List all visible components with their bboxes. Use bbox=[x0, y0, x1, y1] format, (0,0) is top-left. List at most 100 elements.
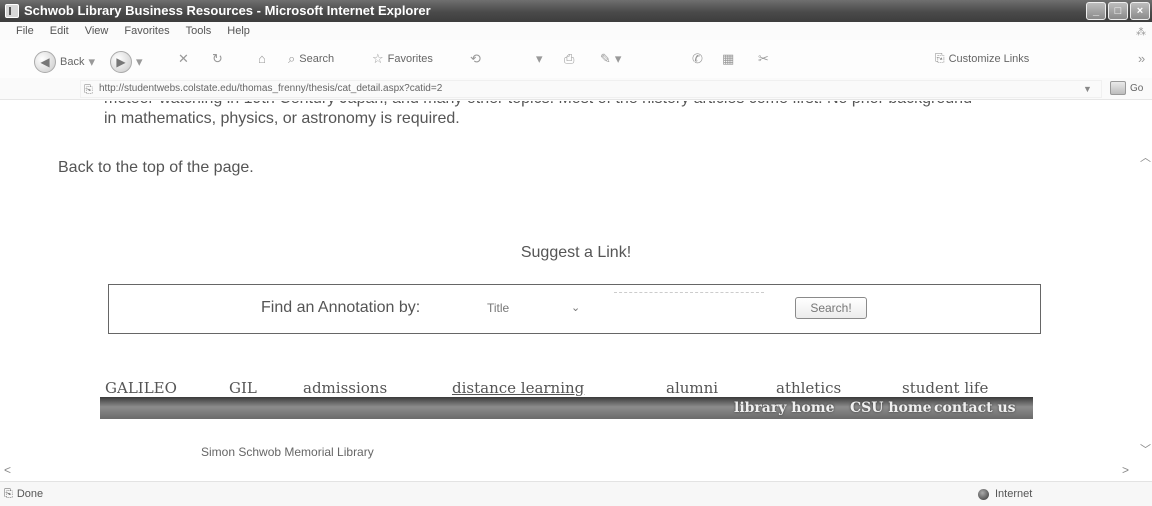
messenger-icon: ✆ bbox=[692, 51, 703, 66]
scroll-right-icon[interactable]: > bbox=[1122, 463, 1129, 477]
history-icon: ⟲ bbox=[470, 51, 481, 66]
menu-help[interactable]: Help bbox=[219, 22, 258, 40]
favorites-button[interactable]: ☆ Favorites bbox=[372, 51, 433, 67]
research-button[interactable]: ▦ bbox=[722, 51, 734, 67]
forward-dropdown-icon[interactable]: ▾ bbox=[136, 54, 143, 70]
footer-link-library-home[interactable]: library home bbox=[734, 400, 835, 416]
nav-link-student-life[interactable]: student life bbox=[902, 379, 988, 397]
address-bar: ⎘ http://studentwebs.colstate.edu/thomas… bbox=[0, 78, 1152, 100]
menu-tools[interactable]: Tools bbox=[178, 22, 220, 40]
messenger-button[interactable]: ✆ bbox=[692, 51, 703, 67]
history-button[interactable]: ⟲ bbox=[470, 51, 481, 67]
menu-file[interactable]: File bbox=[8, 22, 42, 40]
nav-link-admissions[interactable]: admissions bbox=[303, 379, 387, 397]
customize-links-button[interactable]: ⎘ Customize Links bbox=[935, 51, 1029, 66]
research-icon: ▦ bbox=[722, 51, 735, 66]
status-message: ⎘ Done bbox=[4, 482, 43, 506]
search-submit-button[interactable]: Search! bbox=[795, 297, 867, 319]
search-field-select[interactable]: Title ⌄ bbox=[479, 297, 581, 319]
vertical-scrollbar[interactable]: ︿ ﹀ bbox=[1138, 101, 1152, 459]
favorites-label: Favorites bbox=[387, 53, 433, 65]
chevron-down-icon: ⌄ bbox=[571, 302, 581, 314]
search-button[interactable]: ⌕ Search bbox=[288, 51, 334, 67]
stop-icon: ✕ bbox=[178, 51, 189, 66]
scroll-up-icon[interactable]: ︿ bbox=[1140, 149, 1151, 165]
address-url: http://studentwebs.colstate.edu/thomas_f… bbox=[99, 83, 443, 94]
search-text-input[interactable] bbox=[614, 292, 764, 296]
horizontal-scrollbar[interactable]: < > bbox=[0, 459, 1152, 479]
scroll-left-icon[interactable]: < bbox=[4, 463, 11, 477]
footer-link-contact-us[interactable]: contact us bbox=[934, 400, 1016, 416]
minimize-button[interactable]: _ bbox=[1086, 2, 1106, 20]
status-bar: ⎘ Done Internet bbox=[0, 481, 1152, 506]
search-form-label: Find an Annotation by: bbox=[261, 299, 421, 316]
suggest-link[interactable]: Suggest a Link! bbox=[0, 244, 1138, 262]
address-dropdown-icon[interactable]: ▼ bbox=[1083, 84, 1092, 94]
back-dropdown-icon[interactable]: ▾ bbox=[88, 54, 95, 70]
go-label: Go bbox=[1130, 82, 1144, 94]
nav-link-alumni[interactable]: alumni bbox=[666, 379, 718, 397]
page-content: meteor-watching in 19th Century Japan, a… bbox=[0, 101, 1138, 459]
nav-link-galileo[interactable]: GALILEO bbox=[105, 379, 177, 397]
annotation-text: in mathematics, physics, or astronomy is… bbox=[104, 110, 460, 127]
page-icon: ⎘ bbox=[84, 84, 93, 96]
back-to-top-sentence: Back to the top of the page. bbox=[58, 159, 254, 177]
chevron-right-icon: » bbox=[1138, 51, 1146, 66]
tool-button[interactable]: ✂ bbox=[758, 51, 769, 67]
footer-bar: library home CSU home contact us bbox=[100, 397, 1033, 419]
close-button[interactable]: × bbox=[1130, 2, 1150, 20]
window-controls: _ □ × bbox=[1086, 2, 1150, 20]
forward-button[interactable]: ▶ ▾ bbox=[110, 51, 143, 73]
ie-app-icon[interactable] bbox=[5, 4, 19, 18]
stop-button[interactable]: ✕ bbox=[178, 51, 189, 67]
home-button[interactable]: ⌂ bbox=[258, 51, 266, 66]
home-icon: ⌂ bbox=[258, 51, 266, 66]
nav-link-gil[interactable]: GIL bbox=[229, 379, 257, 397]
footer-nav: GALILEO GIL admissions distance learning… bbox=[100, 379, 1032, 399]
mail-dropdown-icon: ▾ bbox=[536, 51, 543, 66]
go-button[interactable]: Go bbox=[1110, 81, 1143, 95]
menu-favorites[interactable]: Favorites bbox=[116, 22, 177, 40]
back-label: Back bbox=[60, 56, 85, 68]
annotation-search-form: Find an Annotation by: Title ⌄ Search! bbox=[108, 284, 1041, 334]
standard-toolbar: ◀ Back ▾ ▶ ▾ ✕ ↻ ⌂ ⌕ Search ☆ Favorites … bbox=[0, 40, 1152, 78]
edit-dropdown-icon: ▾ bbox=[614, 51, 622, 66]
maximize-button[interactable]: □ bbox=[1108, 2, 1128, 20]
menu-view[interactable]: View bbox=[77, 22, 117, 40]
search-icon: ⌕ bbox=[288, 51, 296, 66]
refresh-button[interactable]: ↻ bbox=[212, 51, 223, 67]
tool-icon: ✂ bbox=[758, 51, 769, 66]
refresh-icon: ↻ bbox=[212, 51, 223, 66]
back-arrow-icon: ◀ bbox=[34, 51, 56, 73]
window-title: Schwob Library Business Resources - Micr… bbox=[24, 3, 431, 18]
back-suffix: . bbox=[249, 159, 254, 176]
top-of-page-link[interactable]: top of the page bbox=[143, 159, 250, 176]
edit-icon: ✎ bbox=[600, 51, 611, 66]
edit-button[interactable]: ✎ ▾ bbox=[600, 51, 621, 67]
menu-bar: File Edit View Favorites Tools Help ⁂ bbox=[0, 22, 1152, 40]
security-zone: Internet bbox=[978, 482, 1032, 506]
address-input[interactable]: ⎘ http://studentwebs.colstate.edu/thomas… bbox=[80, 80, 1102, 98]
menu-edit[interactable]: Edit bbox=[42, 22, 77, 40]
zone-label: Internet bbox=[995, 488, 1033, 500]
go-arrow-icon bbox=[1110, 81, 1126, 95]
search-label: Search bbox=[299, 53, 335, 65]
search-field-value: Title bbox=[487, 301, 510, 315]
page-done-icon: ⎘ bbox=[4, 488, 13, 500]
star-icon: ☆ bbox=[372, 51, 384, 66]
mail-button[interactable]: ▾ bbox=[536, 51, 543, 67]
footer-link-csu-home[interactable]: CSU home bbox=[850, 400, 932, 416]
title-bar: Schwob Library Business Resources - Micr… bbox=[0, 0, 1152, 22]
print-icon: ⎙ bbox=[564, 51, 575, 66]
back-button[interactable]: ◀ Back ▾ bbox=[34, 51, 95, 73]
toolbar-overflow[interactable]: » bbox=[1138, 51, 1145, 66]
scroll-down-icon[interactable]: ﹀ bbox=[1140, 441, 1151, 457]
nav-link-distance-learning[interactable]: distance learning bbox=[452, 379, 584, 397]
forward-arrow-icon: ▶ bbox=[110, 51, 132, 73]
print-button[interactable]: ⎙ bbox=[564, 51, 574, 67]
page-link-icon: ⎘ bbox=[935, 51, 945, 65]
library-name: Simon Schwob Memorial Library bbox=[201, 445, 374, 459]
nav-link-athletics[interactable]: athletics bbox=[776, 379, 841, 397]
globe-icon bbox=[978, 488, 989, 500]
status-text: Done bbox=[16, 488, 44, 500]
